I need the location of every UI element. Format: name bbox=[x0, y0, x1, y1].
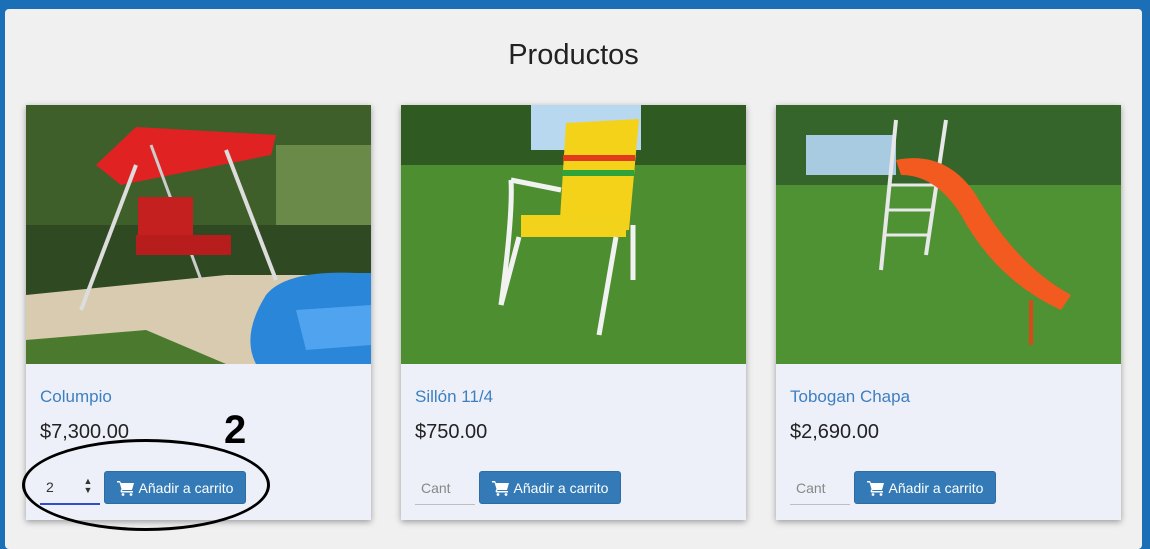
add-to-cart-button[interactable]: Añadir a carrito bbox=[104, 471, 246, 504]
product-card-columpio: Columpio $7,300.00 ▲▼ Añadir a carrito bbox=[26, 105, 371, 520]
number-spinner-icon[interactable]: ▲ ▼ bbox=[82, 477, 94, 497]
quantity-input[interactable] bbox=[415, 471, 475, 505]
add-to-cart-label: Añadir a carrito bbox=[138, 479, 234, 496]
product-price: $7,300.00 bbox=[40, 421, 129, 443]
page-title: Productos bbox=[508, 39, 639, 71]
add-to-cart-label: Añadir a carrito bbox=[888, 479, 984, 496]
add-to-cart-button[interactable]: Añadir a carrito bbox=[479, 471, 621, 504]
product-name-link[interactable]: Columpio bbox=[40, 387, 112, 407]
product-card-tobogan: Tobogan Chapa $2,690.00 Añadir a carrito bbox=[776, 105, 1121, 520]
product-name-link[interactable]: Sillón 11/4 bbox=[415, 387, 493, 407]
product-image-columpio bbox=[26, 105, 371, 364]
shopping-cart-icon bbox=[116, 480, 134, 496]
add-to-cart-label: Añadir a carrito bbox=[513, 479, 609, 496]
product-card-sillon: Sillón 11/4 $750.00 Añadir a carrito bbox=[401, 105, 746, 520]
add-to-cart-button[interactable]: Añadir a carrito bbox=[854, 471, 996, 504]
product-price: $750.00 bbox=[415, 421, 488, 443]
shopping-cart-icon bbox=[866, 480, 884, 496]
product-name-link[interactable]: Tobogan Chapa bbox=[790, 387, 910, 407]
product-image-sillon bbox=[401, 105, 746, 364]
quantity-input[interactable] bbox=[790, 471, 850, 505]
shopping-cart-icon bbox=[491, 480, 509, 496]
product-image-tobogan bbox=[776, 105, 1121, 364]
product-price: $2,690.00 bbox=[790, 421, 879, 443]
